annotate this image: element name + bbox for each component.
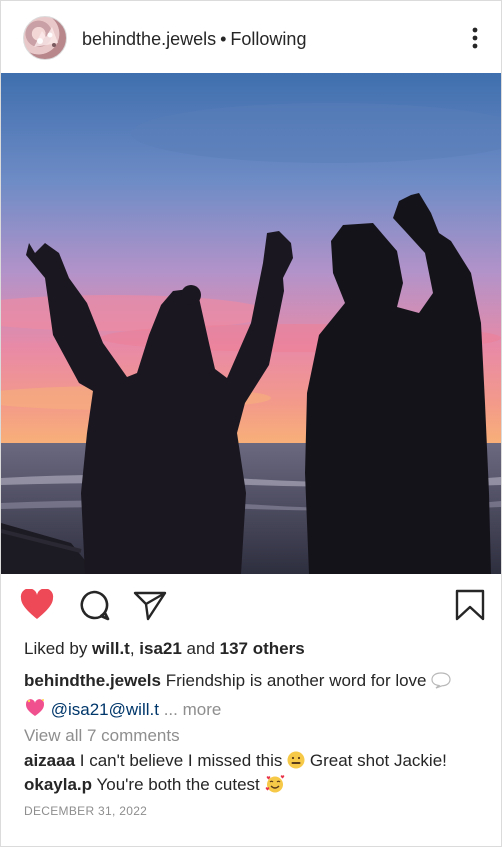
view-all-comments-link[interactable]: View all 7 comments	[24, 725, 180, 747]
post-caption: behindthe.jewels Friendship is another w…	[24, 668, 484, 726]
grimacing-face-icon	[287, 751, 305, 775]
likes-summary: Liked by will.t, isa21 and 137 others	[24, 638, 305, 660]
caption-username[interactable]: behindthe.jewels	[24, 671, 161, 690]
comment-username[interactable]: aizaaa	[24, 751, 75, 770]
post-header: behindthe.jewels • Following	[1, 1, 501, 73]
smiling-face-with-hearts-icon	[265, 775, 285, 799]
likes-others-link[interactable]: 137 others	[220, 639, 305, 658]
comment-text: You're both the cutest	[96, 775, 260, 794]
comment-item: aizaaa I can't believe I missed this Gre…	[24, 750, 447, 775]
post-actions	[1, 574, 501, 634]
comment-text: Great shot Jackie!	[309, 751, 447, 770]
paper-plane-icon[interactable]	[133, 589, 167, 626]
caption-more-link[interactable]: ... more	[164, 700, 222, 719]
likes-prefix: Liked by	[24, 639, 93, 658]
heart-filled-icon[interactable]	[20, 588, 54, 626]
caption-tags[interactable]: @isa21@will.t	[51, 700, 159, 719]
sparkling-heart-icon	[24, 698, 46, 726]
post-date: DECEMBER 31, 2022	[24, 804, 148, 818]
header-text: behindthe.jewels • Following	[82, 28, 306, 50]
bookmark-icon[interactable]	[454, 589, 486, 626]
comment-item: okayla.p You're both the cutest	[24, 774, 285, 799]
liker-link[interactable]: will.t	[92, 639, 130, 658]
follow-status[interactable]: Following	[230, 29, 306, 49]
speech-bubble-icon	[431, 671, 451, 697]
comment-username[interactable]: okayla.p	[24, 775, 92, 794]
comment-bubble-icon[interactable]	[78, 589, 112, 626]
header-separator: •	[220, 29, 227, 49]
more-vertical-icon[interactable]	[465, 23, 485, 53]
header-username[interactable]: behindthe.jewels	[82, 29, 216, 49]
comment-text: I can't believe I missed this	[79, 751, 283, 770]
likes-and: and	[181, 639, 220, 658]
likes-separator: ,	[129, 639, 140, 658]
instagram-post: behindthe.jewels • Following Liked by wi…	[0, 0, 502, 847]
avatar[interactable]	[23, 16, 67, 60]
liker-link[interactable]: isa21	[139, 639, 182, 658]
post-photo[interactable]	[1, 73, 501, 574]
caption-text: Friendship is another word for love	[165, 671, 427, 690]
